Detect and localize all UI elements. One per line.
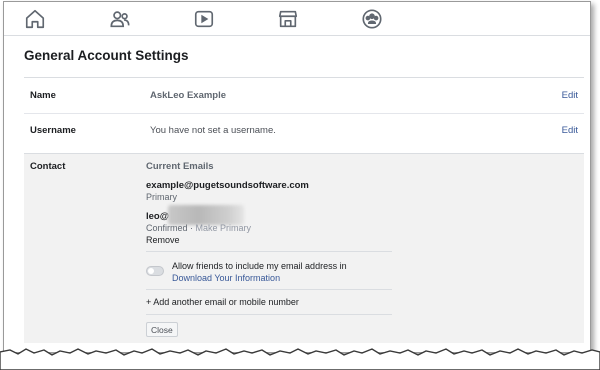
divider bbox=[146, 314, 392, 315]
contact-section: Contact Current Emails example@pugetsoun… bbox=[24, 153, 584, 343]
contact-label: Contact bbox=[30, 161, 66, 172]
add-email-link[interactable]: + Add another email or mobile number bbox=[146, 297, 299, 307]
allow-friends-text: Allow friends to include my email addres… bbox=[172, 260, 392, 284]
toggle-knob bbox=[148, 268, 154, 274]
email-status-line: Confirmed · Make Primary bbox=[146, 223, 251, 233]
allow-friends-toggle[interactable] bbox=[146, 266, 164, 276]
divider bbox=[146, 289, 392, 290]
top-navigation bbox=[4, 2, 590, 36]
groups-icon[interactable] bbox=[361, 8, 383, 30]
allow-friends-label: Allow friends to include my email addres… bbox=[172, 261, 347, 271]
confirmed-status: Confirmed bbox=[146, 223, 188, 233]
current-emails-heading: Current Emails bbox=[146, 161, 214, 172]
redacted-email-blur bbox=[168, 205, 244, 225]
edit-name-link[interactable]: Edit bbox=[562, 90, 578, 101]
home-icon[interactable] bbox=[24, 8, 46, 30]
marketplace-icon[interactable] bbox=[277, 8, 299, 30]
username-label: Username bbox=[30, 125, 76, 136]
make-primary-link[interactable]: Make Primary bbox=[196, 223, 252, 233]
name-label: Name bbox=[30, 90, 56, 101]
watch-icon[interactable] bbox=[193, 8, 215, 30]
torn-paper-edge bbox=[0, 348, 600, 370]
name-value: AskLeo Example bbox=[150, 90, 227, 101]
username-value: You have not set a username. bbox=[150, 125, 276, 136]
status-separator: · bbox=[190, 223, 194, 233]
edit-username-link[interactable]: Edit bbox=[562, 125, 578, 136]
page-title: General Account Settings bbox=[24, 48, 189, 63]
primary-tag: Primary bbox=[146, 192, 177, 202]
remove-email-link[interactable]: Remove bbox=[146, 235, 180, 245]
download-info-link[interactable]: Download Your Information bbox=[172, 273, 280, 283]
name-row: Name AskLeo Example Edit bbox=[24, 78, 584, 114]
username-row: Username You have not set a username. Ed… bbox=[24, 114, 584, 152]
friends-icon[interactable] bbox=[109, 8, 131, 30]
primary-email: example@pugetsoundsoftware.com bbox=[146, 180, 309, 191]
secondary-email: leo@ bbox=[146, 211, 169, 222]
close-button[interactable]: Close bbox=[146, 322, 178, 337]
divider bbox=[146, 251, 392, 252]
settings-window: General Account Settings Name AskLeo Exa… bbox=[3, 1, 591, 353]
